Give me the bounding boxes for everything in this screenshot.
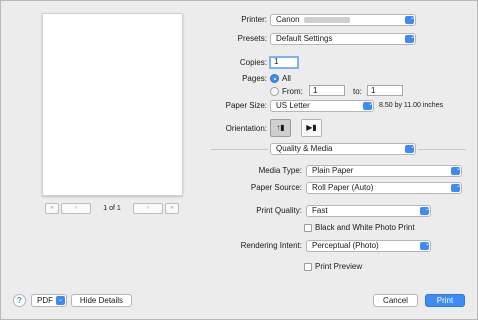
- paper-size-value: US Letter: [276, 101, 310, 110]
- bw-photo-label: Black and White Photo Print: [315, 223, 415, 232]
- copies-field[interactable]: 1: [269, 56, 299, 69]
- chevron-updown-icon: ⌃⌄: [420, 206, 430, 215]
- orientation-label: Orientation:: [225, 124, 267, 133]
- chevron-updown-icon: ⌃⌄: [405, 144, 415, 153]
- paper-source-label: Paper Source:: [250, 183, 302, 192]
- section-divider-left: [211, 149, 268, 150]
- landscape-icon: ▶▮: [306, 123, 317, 132]
- paper-dimensions: 8.50 by 11.00 inches: [379, 102, 444, 109]
- pages-all-radio[interactable]: [270, 74, 279, 83]
- chevron-updown-icon: ⌃⌄: [405, 15, 415, 24]
- rendering-intent-popup[interactable]: Perceptual (Photo) ⌃⌄: [306, 240, 431, 252]
- bw-photo-checkbox[interactable]: [304, 224, 312, 232]
- hide-details-button[interactable]: Hide Details: [71, 294, 132, 307]
- portrait-icon: ↑▮: [276, 123, 285, 132]
- print-button[interactable]: Print: [425, 294, 465, 307]
- media-type-label: Media Type:: [258, 166, 302, 175]
- rendering-intent-label: Rendering Intent:: [240, 241, 302, 250]
- pages-label: Pages:: [242, 74, 267, 83]
- printer-name-redacted: [303, 16, 350, 23]
- pdf-label: PDF: [37, 296, 53, 305]
- page-preview: [42, 13, 183, 196]
- printer-popup[interactable]: Canon ⌃⌄: [270, 14, 416, 26]
- print-preview-checkbox[interactable]: [304, 263, 312, 271]
- print-dialog: « ‹ 1 of 1 › » Printer: Canon ⌃⌄ Presets…: [0, 0, 478, 320]
- print-preview-label: Print Preview: [315, 262, 363, 271]
- rendering-intent-value: Perceptual (Photo): [312, 241, 379, 250]
- media-type-popup[interactable]: Plain Paper ⌃⌄: [306, 165, 462, 177]
- pages-all-label: All: [282, 74, 291, 83]
- paper-size-label: Paper Size:: [225, 101, 267, 110]
- chevron-updown-icon: ⌃⌄: [451, 166, 461, 175]
- landscape-orientation-button[interactable]: ▶▮: [301, 119, 322, 137]
- section-popup[interactable]: Quality & Media ⌃⌄: [270, 143, 416, 155]
- pages-to-field[interactable]: 1: [367, 85, 403, 96]
- section-value: Quality & Media: [276, 144, 333, 153]
- help-button[interactable]: ?: [13, 294, 26, 307]
- pages-from-label: From:: [282, 87, 303, 96]
- pages-from-field[interactable]: 1: [309, 85, 345, 96]
- pages-range-radio[interactable]: [270, 87, 279, 96]
- chevron-updown-icon: ⌃⌄: [405, 34, 415, 43]
- chevron-updown-icon: ⌃⌄: [451, 183, 461, 192]
- media-type-value: Plain Paper: [312, 166, 354, 175]
- copies-label: Copies:: [239, 58, 267, 67]
- section-divider-right: [418, 149, 466, 150]
- presets-popup[interactable]: Default Settings ⌃⌄: [270, 33, 416, 45]
- portrait-orientation-button[interactable]: ↑▮: [270, 119, 291, 137]
- printer-label: Printer:: [241, 15, 267, 24]
- chevron-updown-icon: ⌃⌄: [420, 241, 430, 250]
- previous-page-button[interactable]: ‹: [61, 203, 91, 214]
- pdf-menu-button[interactable]: PDF ⌄: [31, 294, 67, 307]
- next-page-button[interactable]: ›: [133, 203, 163, 214]
- chevron-down-icon: ⌄: [56, 296, 65, 305]
- paper-source-popup[interactable]: Roll Paper (Auto) ⌃⌄: [306, 182, 462, 194]
- print-quality-value: Fast: [312, 206, 328, 215]
- chevron-updown-icon: ⌃⌄: [363, 101, 373, 110]
- paper-size-popup[interactable]: US Letter ⌃⌄: [270, 100, 374, 112]
- first-page-button[interactable]: «: [45, 203, 59, 214]
- print-quality-popup[interactable]: Fast ⌃⌄: [306, 205, 431, 217]
- page-indicator: 1 of 1: [103, 205, 121, 212]
- print-quality-label: Print Quality:: [256, 206, 302, 215]
- paper-source-value: Roll Paper (Auto): [312, 183, 374, 192]
- last-page-button[interactable]: »: [165, 203, 179, 214]
- presets-label: Presets:: [237, 34, 267, 43]
- preview-pager: « ‹ 1 of 1 › »: [45, 203, 179, 214]
- pages-to-label: to:: [353, 87, 362, 96]
- cancel-button[interactable]: Cancel: [373, 294, 418, 307]
- presets-value: Default Settings: [276, 34, 333, 43]
- printer-value: Canon: [276, 15, 300, 24]
